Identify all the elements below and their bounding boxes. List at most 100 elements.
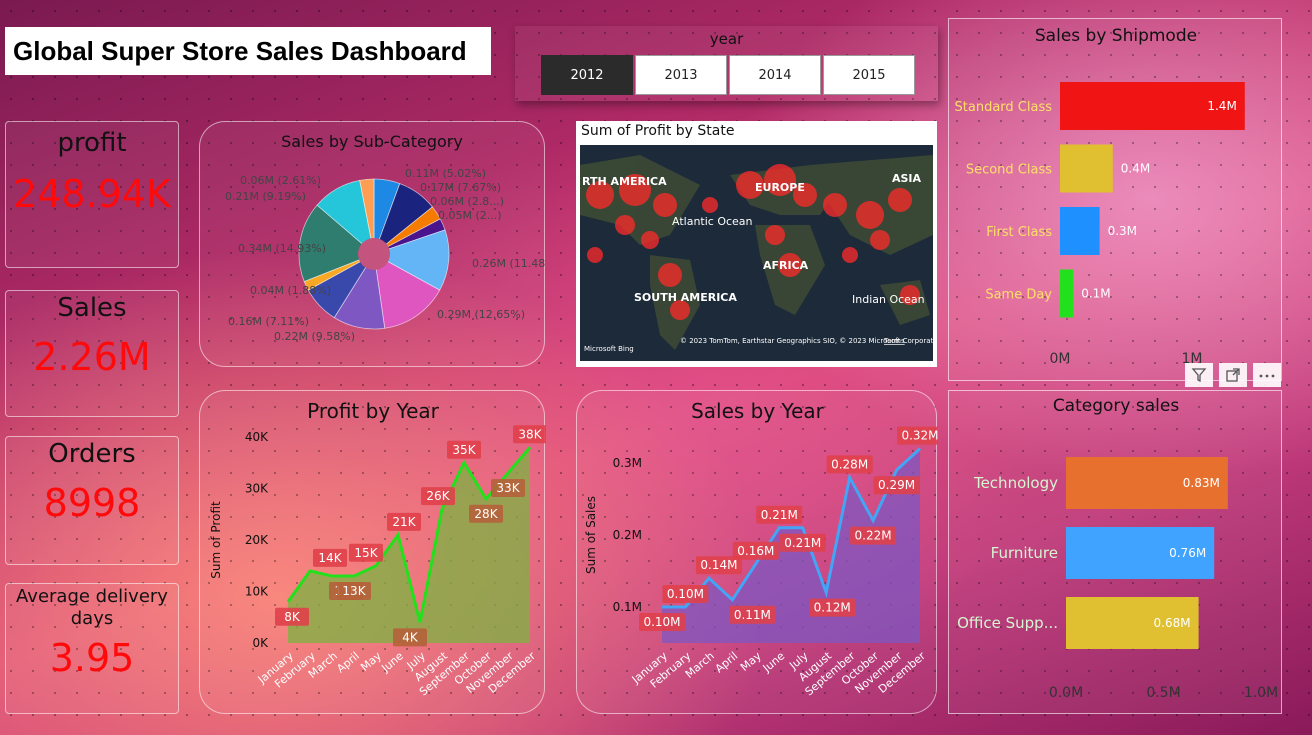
data-label: 0.14M [700,558,737,572]
pie-label: 0.29M (12.65%) [437,308,525,321]
x-tick-label: May [738,649,764,674]
kpi-card-profit: profit 248.94K [5,121,179,268]
pie-label: 0.17M (7.67%) [420,181,501,194]
y-tick-label: 0.2M [613,528,642,542]
bar-category-label: First Class [986,225,1052,240]
chart-title: Sales by Shipmode [1035,26,1197,46]
data-label: 0.21M [784,536,821,550]
dashboard-title: Global Super Store Sales Dashboard [5,27,491,75]
bar-category-label: Technology [973,474,1058,492]
bar[interactable] [1060,144,1113,193]
y-tick-label: 40K [245,430,269,444]
bar-data-label: 0.1M [1081,287,1110,301]
shipmode-bar-chart: Sales by Shipmode Standard Class 1.4M Secon… [955,26,1245,367]
map-label: ASIA [892,172,922,185]
data-label: 0.21M [761,508,798,522]
kpi-card-sales: Sales 2.26M [5,290,179,417]
data-label: 0.16M [737,544,774,558]
map-brand: Microsoft Bing [584,345,634,353]
bar-data-label: 0.83M [1183,476,1220,490]
bar[interactable] [1060,269,1074,318]
map-label: Atlantic Ocean [672,215,753,228]
x-tick-label: 0.5M [1146,685,1180,701]
kpi-value: 8998 [43,481,141,525]
kpi-value: 3.95 [49,636,135,680]
pie-label: 0.21M (9.19%) [225,190,306,203]
kpi-value: 2.26M [33,335,151,379]
x-tick-label: 0M [1050,351,1071,367]
map-label: AFRICA [763,259,809,272]
chart-title: Sales by Year [691,399,825,423]
map-visual: Sum of Profit by State RTH AMERICA EUROP… [576,121,937,367]
data-label: 0.12M [814,601,851,615]
slicer-label: year [709,30,744,48]
x-tick-label: April [334,649,362,675]
visual-header [1185,363,1281,387]
map-label: EUROPE [755,181,805,194]
map-title: Sum of Profit by State [581,123,735,139]
bar-data-label: 0.76M [1169,546,1206,560]
y-tick-label: 0.1M [613,600,642,614]
bar-data-label: 0.68M [1154,616,1191,630]
data-label: 21K [392,515,416,529]
slicer-option-2012[interactable]: 2012 [541,55,633,95]
focus-mode-icon[interactable] [1219,363,1247,387]
pie-label: 0.26M (11.48%) [472,257,546,270]
bar-category-label: Standard Class [955,100,1053,115]
pie-label: 0.06M (2.8...) [430,195,504,208]
map-label: RTH AMERICA [582,175,667,188]
pie-label: 0.16M (7.11%) [228,315,309,328]
bar[interactable] [1060,207,1100,255]
data-label: 14K [318,551,342,565]
data-label: 33K [496,481,520,495]
data-label: 0.28M [831,457,868,471]
map-terms-link[interactable]: Terms [883,337,905,345]
y-tick-label: 0.3M [613,456,642,470]
y-tick-label: 20K [245,533,269,547]
data-label: 0.32M [901,429,938,443]
data-label: 38K [518,427,542,441]
pie-label: 0.06M (2.61%) [240,174,321,187]
profit-by-year-card: Profit by Year 0K 10K 20K 30K 40K Sum of Profi… [199,390,547,714]
bar-category-label: Furniture [991,544,1058,562]
pie-label: 0.22M (9.58%) [274,330,355,343]
slicer-option-2013[interactable]: 2013 [635,55,727,95]
y-axis-label: Sum of Profit [209,501,223,579]
kpi-label: Average delivery days [16,586,168,629]
bar-category-label: Second Class [966,163,1052,178]
slicer-option-2015[interactable]: 2015 [823,55,915,95]
y-axis-label: Sum of Sales [584,496,598,574]
y-tick-label: 30K [245,482,269,496]
sales-area-chart: Sales by Year0.1M0.2M0.3MSum of SalesJan… [584,399,943,698]
bar-data-label: 1.4M [1207,99,1236,113]
x-tick-label: May [358,649,384,674]
data-label: 0.10M [643,615,680,629]
data-label: 0.29M [878,478,915,492]
filter-icon[interactable] [1185,363,1213,387]
map-canvas[interactable]: RTH AMERICA EUROPE ASIA Atlantic Ocean A… [580,145,933,361]
data-label: 8K [284,610,301,624]
bar-category-label: Office Supp... [957,614,1058,632]
slicer-option-2014[interactable]: 2014 [729,55,821,95]
profit-area-chart: Profit by Year 0K 10K 20K 30K 40K Sum of Profi… [209,399,547,698]
kpi-label: Orders [48,439,136,469]
x-tick-label: June [378,649,406,675]
kpi-card-orders: Orders 8998 [5,436,179,565]
pie-label: 0.04M (1.88%) [250,284,331,297]
map-label: Indian Ocean [852,293,925,306]
bar-data-label: 0.4M [1121,162,1150,176]
pie-label: 0.34M (14.93%) [238,242,326,255]
kpi-card-delivery: Average delivery days 3.95 [5,583,179,714]
kpi-label: profit [57,128,127,158]
sales-by-year-card: Sales by Year 0.1M 0.2M 0.3M Sum of Sales Jan… [576,390,943,714]
x-tick-label: June [760,649,788,675]
more-options-icon[interactable] [1253,363,1281,387]
x-tick-label: 0.0M [1049,685,1083,701]
bar-data-label: 0.3M [1108,224,1137,238]
category-bar-chart: Category sales Technology 0.83M Furniture 0.… [957,396,1278,701]
data-label: 0.11M [734,608,771,622]
pie-label: 0.11M (5.02%) [405,167,486,180]
shipmode-chart-card: Sales by Shipmode Standard Class 1.4M Secon… [948,18,1282,381]
pie-hole [358,238,390,270]
data-label: 0.10M [667,587,704,601]
